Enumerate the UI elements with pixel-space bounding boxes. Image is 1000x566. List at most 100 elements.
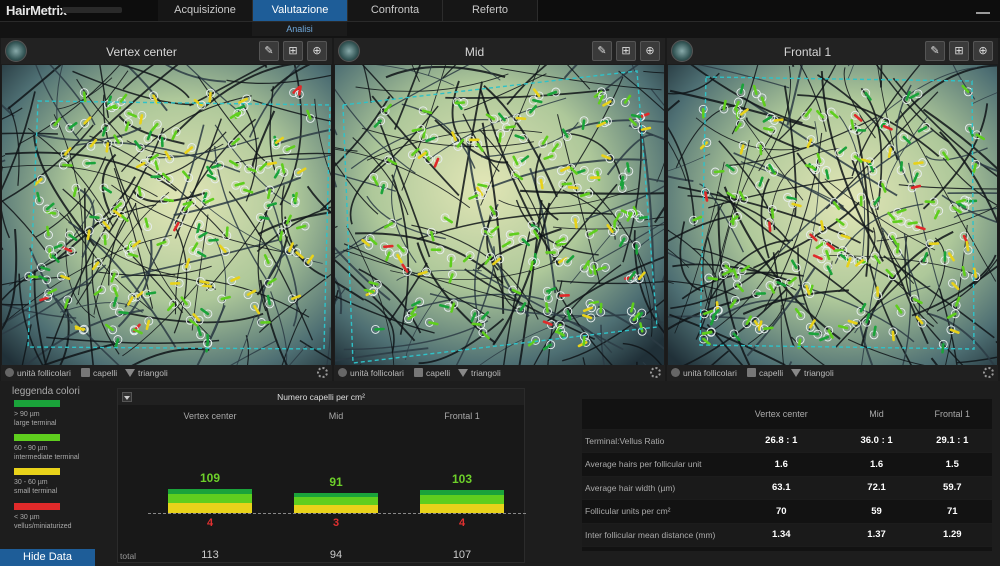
bar-segment — [420, 494, 504, 504]
baseline — [148, 513, 526, 514]
panel-header: Mid ✎ ⊞ ⊕ — [334, 38, 665, 64]
panel-footer: unità follicolari capelli triangoli — [334, 365, 665, 381]
legend-swatch — [14, 468, 60, 475]
units-icon — [671, 368, 680, 377]
terminal-value-label: 103 — [451, 472, 473, 487]
toggle-triangles[interactable]: triangoli — [791, 368, 834, 378]
scalp-thumbnail-icon[interactable] — [338, 40, 360, 62]
hair-image — [335, 65, 664, 365]
settings-icon[interactable] — [983, 367, 994, 378]
vellus-value-label: 4 — [206, 517, 214, 529]
image-panel-frontal: Frontal 1 ✎ ⊞ ⊕ unità follicolari capell… — [667, 38, 998, 381]
terminal-value-label: 91 — [329, 474, 343, 489]
bar-segment — [168, 503, 252, 513]
table-row: Average hairs per follicular unit 1.6 1.… — [582, 452, 992, 477]
stats-column-header: Mid — [840, 399, 913, 430]
bar-segment — [294, 492, 378, 497]
add-image-icon[interactable]: ⊕ — [640, 41, 660, 61]
image-panel-vertex: Vertex center ✎ ⊞ ⊕ unità follicolari ca… — [1, 38, 332, 381]
scalp-thumbnail-icon[interactable] — [5, 40, 27, 62]
toggle-hairs[interactable]: capelli — [414, 368, 450, 378]
add-image-icon[interactable]: ⊕ — [307, 41, 327, 61]
legend-item-vellus: < 30 µm vellus/miniaturized — [14, 503, 104, 531]
hair-count-chart: Numero capelli per cm² Vertex center Mid… — [117, 388, 526, 563]
tab-referto[interactable]: Referto — [443, 0, 538, 21]
add-image-icon[interactable]: ⊕ — [973, 41, 993, 61]
panel-title: Mid — [464, 45, 485, 59]
hair-image — [668, 65, 997, 365]
triangles-icon — [125, 369, 135, 377]
panel-footer: unità follicolari capelli triangoli — [1, 365, 332, 381]
panel-header: Frontal 1 ✎ ⊞ ⊕ — [667, 38, 998, 64]
stats-column-header: Frontal 1 — [912, 399, 992, 430]
toggle-hairs[interactable]: capelli — [81, 368, 117, 378]
legend-item-intermediate: 60 - 90 µm intermediate terminal — [14, 434, 104, 462]
hairs-icon — [747, 368, 756, 377]
bar-segment — [294, 496, 378, 505]
tab-confronta[interactable]: Confronta — [348, 0, 443, 21]
edit-icon[interactable]: ✎ — [259, 41, 279, 61]
bar-segment — [168, 489, 252, 494]
hairs-icon — [414, 368, 423, 377]
triangles-icon — [458, 369, 468, 377]
sub-bar — [0, 22, 1000, 38]
vellus-value-label: 4 — [458, 517, 466, 529]
table-row: Terminal:Vellus Ratio 26.8 : 1 36.0 : 1 … — [582, 429, 992, 453]
top-bar: HairMetrix Acquisizione Valutazione Conf… — [0, 0, 1000, 22]
units-icon — [5, 368, 14, 377]
chart-category: Frontal 1 — [444, 411, 480, 421]
legend-swatch — [14, 434, 60, 441]
dermoscopy-image[interactable] — [668, 65, 997, 365]
toggle-units[interactable]: unità follicolari — [338, 368, 404, 378]
analysis-icon[interactable]: ⊞ — [949, 41, 969, 61]
hide-data-button[interactable]: Hide Data — [0, 549, 95, 566]
chart-category: Vertex center — [183, 411, 237, 421]
total-label: total — [120, 551, 137, 561]
hairs-icon — [81, 368, 90, 377]
table-row: Follicular units per cm² 70 59 71 — [582, 499, 992, 524]
analysis-icon[interactable]: ⊞ — [616, 41, 636, 61]
table-row: Average hair width (µm) 63.1 72.1 59.7 — [582, 476, 992, 500]
app-logo: HairMetrix — [6, 3, 67, 18]
total-value: 107 — [452, 549, 472, 561]
scalp-thumbnail-icon[interactable] — [671, 40, 693, 62]
toggle-hairs[interactable]: capelli — [747, 368, 783, 378]
panel-header: Vertex center ✎ ⊞ ⊕ — [1, 38, 332, 64]
stats-corner — [582, 399, 722, 430]
total-value: 113 — [201, 549, 219, 561]
toggle-units[interactable]: unità follicolari — [5, 368, 71, 378]
chart-header: Numero capelli per cm² — [118, 389, 524, 405]
legend-swatch — [14, 503, 60, 510]
settings-icon[interactable] — [317, 367, 328, 378]
tab-valutazione[interactable]: Valutazione — [253, 0, 348, 21]
analysis-icon[interactable]: ⊞ — [283, 41, 303, 61]
legend-item-large: > 90 µm large terminal — [14, 400, 104, 428]
minimize-icon[interactable] — [976, 4, 990, 14]
legend-item-small: 30 - 60 µm small terminal — [14, 468, 104, 496]
total-value: 94 — [329, 549, 343, 561]
bar-segment — [420, 503, 504, 513]
triangles-icon — [791, 369, 801, 377]
edit-icon[interactable]: ✎ — [925, 41, 945, 61]
legend-swatch — [14, 400, 60, 407]
chart-category: Mid — [328, 411, 344, 421]
toggle-units[interactable]: unità follicolari — [671, 368, 737, 378]
dermoscopy-image[interactable] — [335, 65, 664, 365]
bar-segment — [420, 490, 504, 495]
tab-acquisizione[interactable]: Acquisizione — [158, 0, 253, 21]
main-tabs: Acquisizione Valutazione Confronta Refer… — [158, 0, 538, 22]
edit-icon[interactable]: ✎ — [592, 41, 612, 61]
subtab-analisi[interactable]: Analisi — [252, 22, 347, 36]
table-row: Inter follicular mean distance (mm) 1.34… — [582, 523, 992, 547]
hair-image — [2, 65, 331, 365]
terminal-value-label: 109 — [199, 471, 221, 486]
toggle-triangles[interactable]: triangoli — [458, 368, 501, 378]
chart-title: Numero capelli per cm² — [277, 392, 365, 402]
settings-icon[interactable] — [650, 367, 661, 378]
image-panel-mid: Mid ✎ ⊞ ⊕ unità follicolari capelli tria… — [334, 38, 665, 381]
dermoscopy-image[interactable] — [2, 65, 331, 365]
logo-subtitle — [62, 7, 122, 13]
stats-table: Vertex center Mid Frontal 1 Terminal:Vel… — [582, 399, 992, 551]
toggle-triangles[interactable]: triangoli — [125, 368, 168, 378]
bar-segment — [168, 493, 252, 504]
